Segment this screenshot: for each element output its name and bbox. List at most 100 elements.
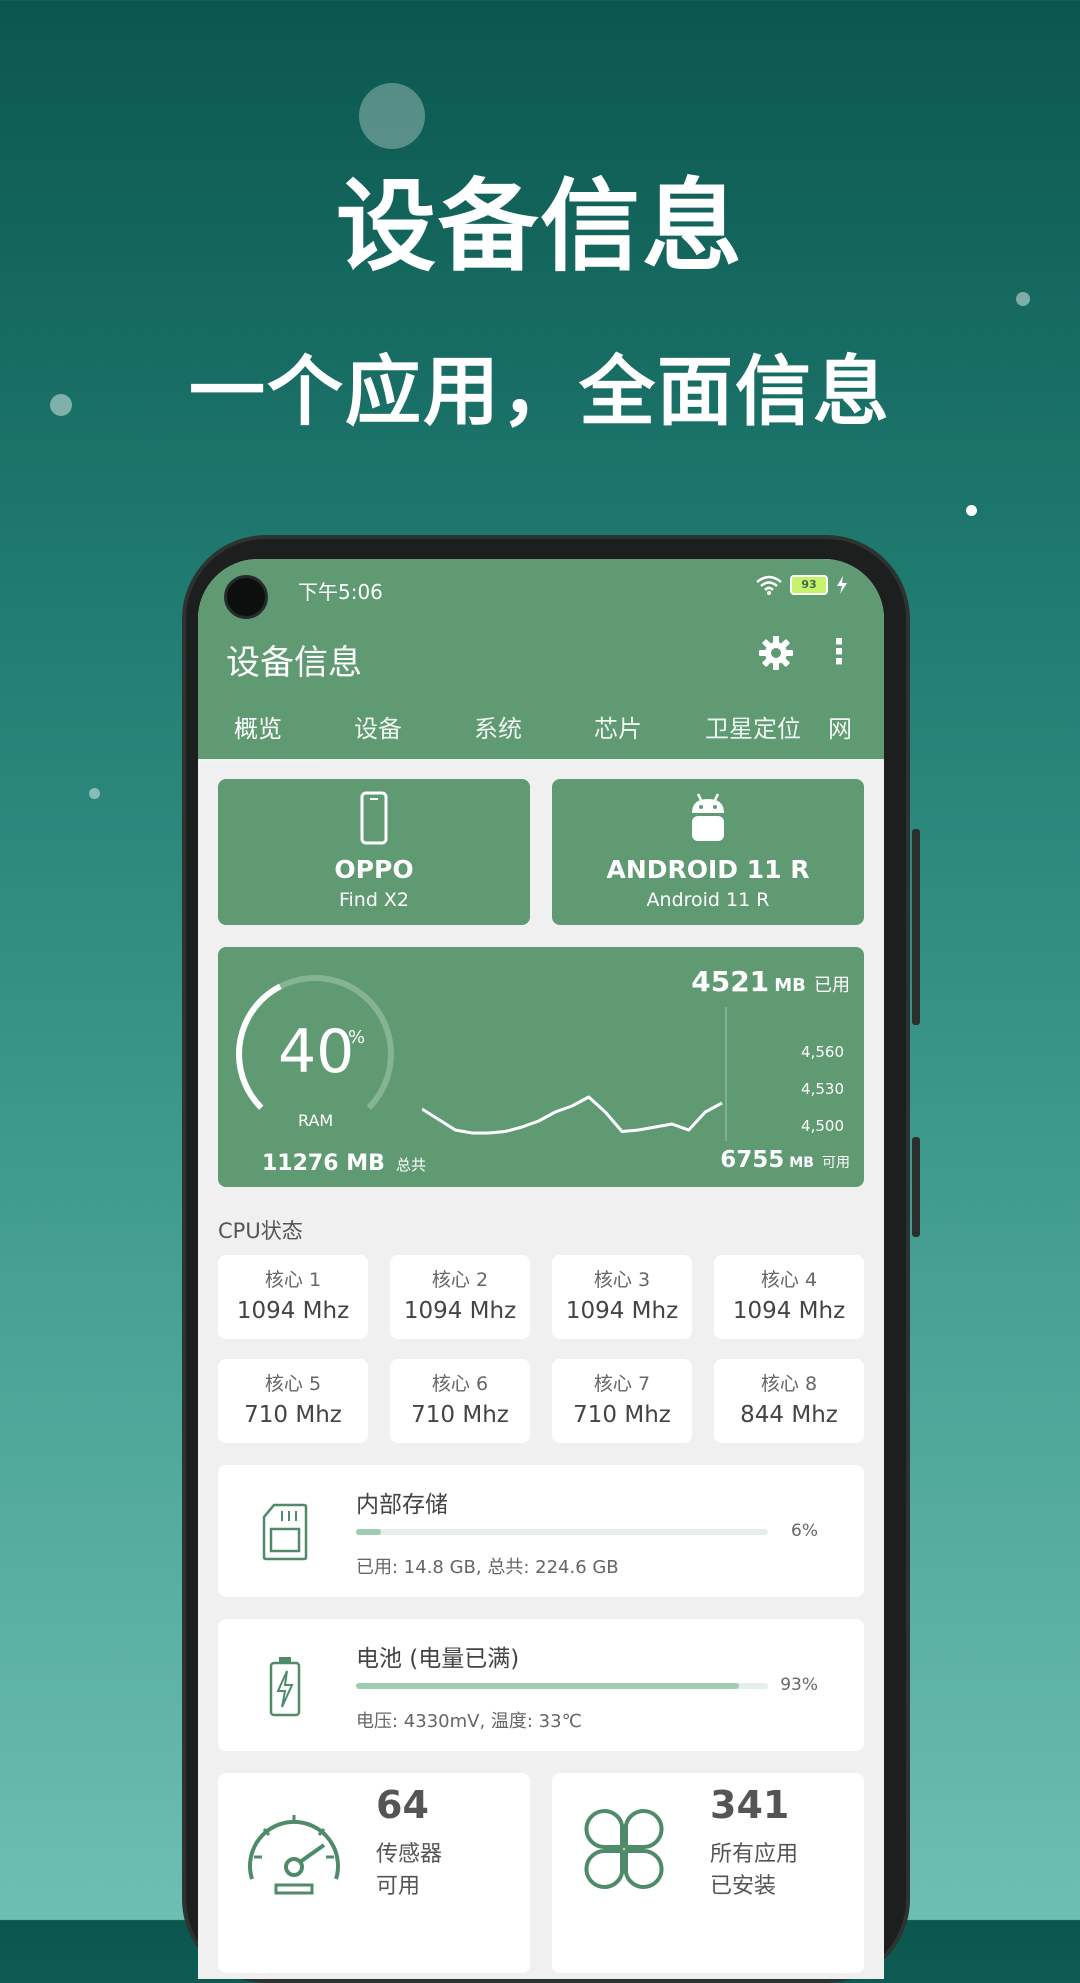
status-time: 下午5:06 xyxy=(298,580,383,604)
ram-total-value: 11276 MB xyxy=(262,1151,385,1176)
power-button xyxy=(912,1137,920,1237)
ram-available-label: 可用 xyxy=(822,1155,850,1171)
battery-charging-icon xyxy=(269,1657,301,1717)
hero-subtitle: 一个应用，全面信息 xyxy=(189,347,891,436)
os-card[interactable]: ANDROID 11 R Android 11 R xyxy=(552,779,864,925)
cpu-core-card: 核心 6 710 Mhz xyxy=(390,1359,530,1443)
ram-percent: 40 xyxy=(278,1017,355,1087)
apps-card[interactable]: 341 所有应用 已安装 xyxy=(552,1773,864,1973)
storage-info: 已用: 14.8 GB, 总共: 224.6 GB xyxy=(356,1557,619,1578)
decor-dot xyxy=(359,83,425,149)
core-label: 核心 8 xyxy=(760,1373,818,1395)
ram-total: 11276 MB 总共 xyxy=(262,1151,426,1176)
sd-card-icon xyxy=(262,1503,308,1561)
core-label: 核心 2 xyxy=(431,1269,489,1291)
cpu-core-card: 核心 8 844 Mhz xyxy=(714,1359,864,1443)
cpu-section-label: CPU状态 xyxy=(218,1219,303,1243)
storage-percent: 6% xyxy=(791,1521,818,1541)
ram-history-line xyxy=(422,1095,723,1135)
ram-axis-tick: 4,560 xyxy=(801,1043,844,1061)
tab-overview[interactable]: 概览 xyxy=(198,711,318,763)
os-name: ANDROID 11 R xyxy=(606,855,810,884)
ram-axis-tick: 4,500 xyxy=(801,1117,844,1135)
battery-card[interactable]: 电池 (电量已满) 93% 电压: 4330mV, 温度: 33℃ xyxy=(218,1619,864,1751)
tab-network[interactable]: 网 xyxy=(828,711,884,759)
device-model: Find X2 xyxy=(338,889,410,911)
speedometer-icon xyxy=(248,1815,340,1895)
ram-used-label: 已用 xyxy=(814,975,850,996)
apps-icon xyxy=(584,1809,664,1889)
tab-device[interactable]: 设备 xyxy=(318,711,438,759)
cpu-core-card: 核心 4 1094 Mhz xyxy=(714,1255,864,1339)
battery-progress-bar xyxy=(356,1683,768,1689)
core-label: 核心 3 xyxy=(593,1269,651,1291)
cpu-core-card: 核心 3 1094 Mhz xyxy=(552,1255,692,1339)
status-icons: 93 xyxy=(756,575,848,595)
battery-info: 电压: 4330mV, 温度: 33℃ xyxy=(356,1711,582,1732)
overview-content: OPPO Find X2 ANDROID 11 R Android 11 R 4… xyxy=(198,759,884,1979)
sensors-sublabel: 可用 xyxy=(376,1874,421,1899)
ram-used-unit: MB xyxy=(774,975,806,996)
decor-dot xyxy=(966,505,977,516)
phone-screen: 下午5:06 93 设备信息 ⋮ 概览 设备 系统 芯片 卫星定位 网 OPPO… xyxy=(198,559,884,1979)
ram-used-value: 4521 xyxy=(691,965,770,998)
hero-title: 设备信息 xyxy=(336,168,744,285)
core-frequency: 844 Mhz xyxy=(740,1402,838,1428)
app-title: 设备信息 xyxy=(226,643,362,683)
battery-percent: 93% xyxy=(780,1675,818,1695)
sensors-label: 传感器 xyxy=(376,1842,443,1867)
core-label: 核心 7 xyxy=(593,1373,651,1395)
device-brand: OPPO xyxy=(334,855,414,884)
cpu-core-card: 核心 5 710 Mhz xyxy=(218,1359,368,1443)
storage-progress-fill xyxy=(356,1529,381,1535)
ram-card[interactable]: 40 % RAM 11276 MB 总共 4521 MB 已用 6755 MB … xyxy=(218,947,864,1187)
battery-progress-fill xyxy=(356,1683,740,1689)
storage-card[interactable]: 内部存储 6% 已用: 14.8 GB, 总共: 224.6 GB xyxy=(218,1465,864,1597)
charging-icon xyxy=(837,576,847,594)
device-card[interactable]: OPPO Find X2 xyxy=(218,779,530,925)
core-frequency: 710 Mhz xyxy=(244,1402,342,1428)
wifi-icon xyxy=(756,575,782,595)
core-label: 核心 4 xyxy=(760,1269,818,1291)
core-frequency: 1094 Mhz xyxy=(732,1298,846,1324)
core-frequency: 710 Mhz xyxy=(573,1402,671,1428)
core-label: 核心 6 xyxy=(431,1373,489,1395)
camera-icon xyxy=(224,575,268,619)
core-frequency: 1094 Mhz xyxy=(565,1298,679,1324)
sensors-count: 64 xyxy=(376,1783,429,1827)
apps-label: 所有应用 xyxy=(710,1842,799,1867)
phone-frame: 下午5:06 93 设备信息 ⋮ 概览 设备 系统 芯片 卫星定位 网 OPPO… xyxy=(182,535,920,1983)
battery-icon: 93 xyxy=(790,575,828,595)
core-frequency: 1094 Mhz xyxy=(403,1298,517,1324)
volume-button xyxy=(912,829,920,1025)
decor-dot xyxy=(1016,292,1030,306)
os-version: Android 11 R xyxy=(646,889,770,911)
storage-progress-bar xyxy=(356,1529,768,1535)
ram-history-chart xyxy=(422,1007,727,1141)
apps-count: 341 xyxy=(710,1783,790,1827)
tab-gnss[interactable]: 卫星定位 xyxy=(678,711,828,759)
core-label: 核心 1 xyxy=(264,1269,322,1291)
app-header: 下午5:06 93 设备信息 ⋮ 概览 设备 系统 芯片 卫星定位 网 xyxy=(198,559,884,763)
core-frequency: 710 Mhz xyxy=(411,1402,509,1428)
core-frequency: 1094 Mhz xyxy=(236,1298,350,1324)
core-label: 核心 5 xyxy=(264,1373,322,1395)
tab-system[interactable]: 系统 xyxy=(438,711,558,759)
apps-sublabel: 已安装 xyxy=(710,1874,777,1899)
phone-icon xyxy=(360,791,388,845)
cpu-core-card: 核心 2 1094 Mhz xyxy=(390,1255,530,1339)
battery-title: 电池 (电量已满) xyxy=(356,1646,520,1672)
storage-title: 内部存储 xyxy=(356,1492,448,1518)
cpu-core-card: 核心 1 1094 Mhz xyxy=(218,1255,368,1339)
android-icon xyxy=(692,793,724,841)
ram-used: 4521 MB 已用 xyxy=(691,965,850,998)
tab-bar: 概览 设备 系统 芯片 卫星定位 网 xyxy=(198,711,884,763)
ram-percent-sign: % xyxy=(348,1027,366,1048)
gear-icon[interactable] xyxy=(756,633,796,673)
sensors-card[interactable]: 64 传感器 可用 xyxy=(218,1773,530,1973)
tab-chip[interactable]: 芯片 xyxy=(558,711,678,759)
more-options-icon[interactable]: ⋮ xyxy=(822,635,856,669)
ram-label: RAM xyxy=(298,1111,334,1130)
ram-axis-tick: 4,530 xyxy=(801,1080,844,1098)
cpu-core-card: 核心 7 710 Mhz xyxy=(552,1359,692,1443)
